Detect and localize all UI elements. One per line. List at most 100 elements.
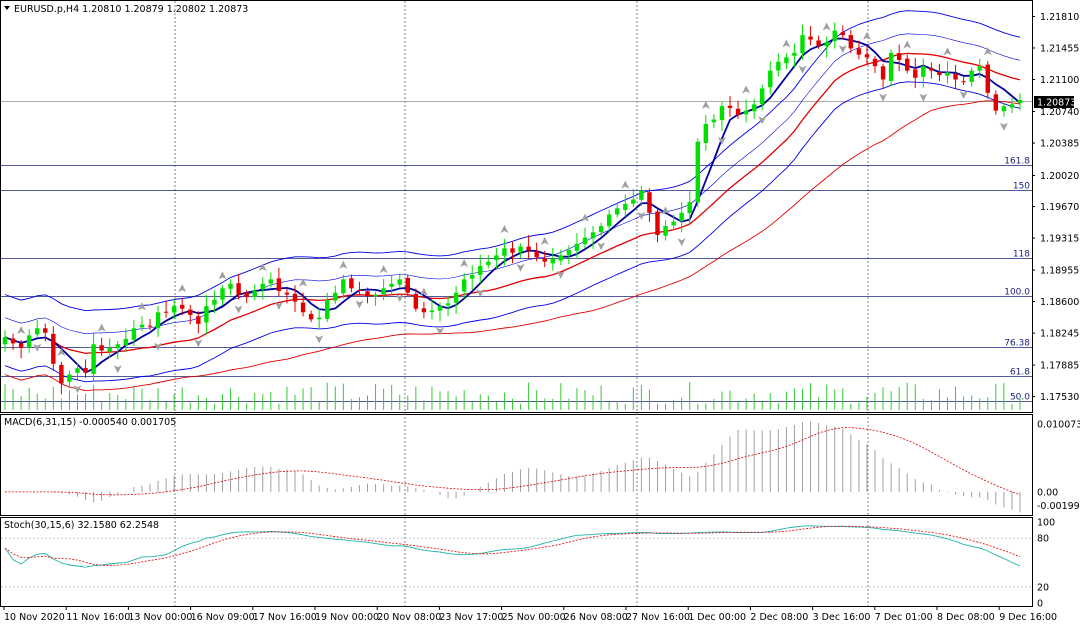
candle-body[interactable]: [921, 66, 926, 77]
candle-body[interactable]: [888, 52, 894, 81]
candle-body[interactable]: [502, 248, 507, 256]
candle-body[interactable]: [703, 123, 709, 144]
candle-body[interactable]: [719, 106, 725, 121]
candle-body[interactable]: [1009, 104, 1015, 108]
candle-body[interactable]: [180, 304, 185, 309]
candle-body[interactable]: [550, 258, 555, 264]
candle-body[interactable]: [445, 303, 451, 306]
candle-body[interactable]: [26, 335, 32, 348]
candle-body[interactable]: [760, 88, 765, 105]
candle-body[interactable]: [365, 291, 370, 297]
candle-body[interactable]: [51, 333, 56, 364]
candle-body[interactable]: [171, 306, 177, 313]
candle-body[interactable]: [115, 344, 120, 349]
candle-body[interactable]: [655, 211, 660, 235]
candle-body[interactable]: [727, 105, 733, 108]
candle-body[interactable]: [99, 345, 104, 351]
candle-body[interactable]: [784, 57, 789, 64]
candle-body[interactable]: [494, 255, 499, 260]
candle-body[interactable]: [510, 248, 515, 253]
candle-body[interactable]: [244, 292, 249, 298]
candle-body[interactable]: [123, 338, 129, 346]
candle-body[interactable]: [840, 32, 845, 36]
candle-body[interactable]: [792, 52, 797, 56]
candle-body[interactable]: [236, 283, 241, 295]
candle-body[interactable]: [800, 35, 805, 54]
candle-body[interactable]: [848, 35, 854, 49]
candle-body[interactable]: [341, 279, 346, 294]
candle-body[interactable]: [300, 302, 306, 313]
candle-body[interactable]: [566, 250, 572, 255]
candle-body[interactable]: [389, 283, 394, 287]
candle-body[interactable]: [357, 290, 362, 292]
candle-body[interactable]: [993, 94, 999, 111]
candle-body[interactable]: [816, 40, 821, 46]
candle-body[interactable]: [623, 203, 628, 210]
candle-body[interactable]: [735, 108, 741, 116]
candle-body[interactable]: [437, 306, 443, 311]
candle-body[interactable]: [18, 343, 24, 348]
candle-body[interactable]: [35, 328, 40, 335]
candle-body[interactable]: [163, 311, 169, 313]
candle-body[interactable]: [83, 368, 88, 373]
candle-body[interactable]: [2, 337, 8, 345]
trading-chart[interactable]: 161.8150118100.076.3861.850.0 0.0100730.…: [0, 0, 1080, 624]
candle-body[interactable]: [413, 293, 419, 309]
candle-body[interactable]: [905, 58, 910, 71]
candle-body[interactable]: [478, 266, 483, 275]
candle-body[interactable]: [663, 226, 668, 236]
candle-body[interactable]: [486, 261, 491, 265]
candle-body[interactable]: [880, 66, 886, 80]
candle-body[interactable]: [969, 70, 974, 82]
candle-body[interactable]: [913, 69, 918, 78]
candle-body[interactable]: [671, 221, 676, 226]
candle-body[interactable]: [252, 290, 257, 297]
candle-body[interactable]: [808, 36, 813, 40]
candle-body[interactable]: [598, 226, 604, 233]
candle-body[interactable]: [147, 325, 153, 327]
main-panel[interactable]: [0, 0, 1033, 413]
candle-body[interactable]: [832, 30, 837, 42]
candle-body[interactable]: [381, 288, 386, 295]
candle-body[interactable]: [526, 246, 531, 251]
candle-body[interactable]: [91, 344, 96, 374]
candle-body[interactable]: [824, 42, 829, 47]
price-axis[interactable]: 1.21810 1.21455 1.21100 1.20740 1.20385 1.200…: [1032, 12, 1079, 403]
candle-body[interactable]: [695, 141, 700, 203]
candle-body[interactable]: [10, 338, 16, 344]
candle-body[interactable]: [679, 212, 684, 222]
candle-body[interactable]: [316, 317, 322, 320]
candle-body[interactable]: [405, 278, 410, 293]
candle-body[interactable]: [59, 364, 64, 384]
macd-panel[interactable]: [0, 414, 1033, 516]
candle-body[interactable]: [1001, 106, 1007, 112]
candle-body[interactable]: [349, 278, 354, 289]
candle-body[interactable]: [373, 294, 378, 297]
candle-body[interactable]: [558, 255, 564, 261]
candle-body[interactable]: [228, 283, 233, 289]
candle-body[interactable]: [292, 293, 298, 302]
candle-body[interactable]: [606, 214, 612, 227]
candle-body[interactable]: [961, 81, 966, 83]
candle-body[interactable]: [276, 278, 282, 291]
candle-body[interactable]: [977, 66, 982, 71]
candle-body[interactable]: [220, 288, 225, 300]
candle-body[interactable]: [953, 73, 958, 80]
candle-body[interactable]: [67, 374, 72, 382]
candle-body[interactable]: [639, 190, 644, 200]
candle-body[interactable]: [284, 292, 290, 295]
candle-body[interactable]: [188, 309, 193, 315]
candle-body[interactable]: [590, 232, 596, 239]
candle-body[interactable]: [212, 299, 217, 305]
candle-body[interactable]: [333, 292, 338, 301]
candle-body[interactable]: [260, 283, 265, 290]
candle-body[interactable]: [985, 64, 990, 93]
candle-body[interactable]: [864, 54, 870, 58]
candle-body[interactable]: [397, 279, 402, 285]
candle-body[interactable]: [751, 104, 757, 112]
candle-body[interactable]: [574, 243, 580, 251]
candle-body[interactable]: [647, 192, 652, 213]
candle-body[interactable]: [139, 324, 145, 328]
candle-body[interactable]: [896, 53, 902, 60]
candle-body[interactable]: [518, 246, 523, 252]
